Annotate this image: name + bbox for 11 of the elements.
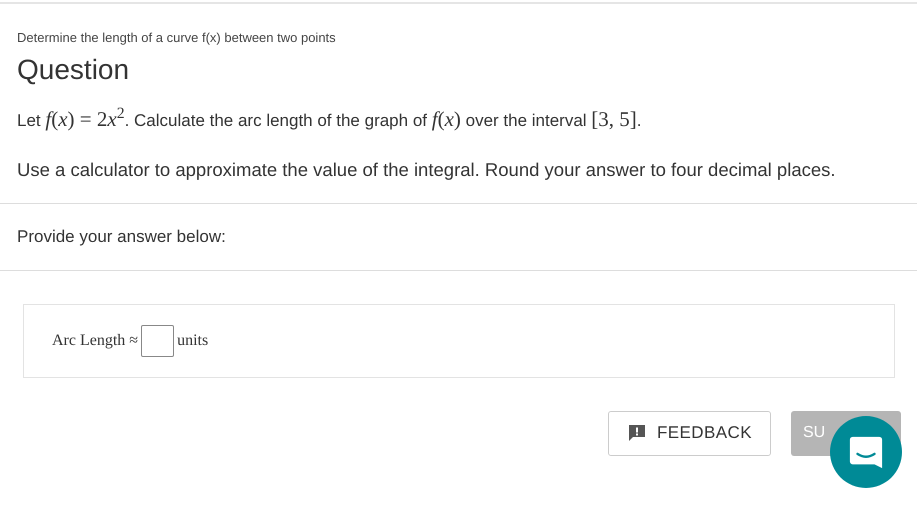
feedback-icon xyxy=(626,423,647,443)
question-heading: Question xyxy=(17,52,130,86)
feedback-button[interactable]: FEEDBACK xyxy=(608,410,771,456)
instruction-text: Use a calculator to approximate the value of the integral. Round your answer to four decimal places. xyxy=(17,158,837,182)
subtitle: Determine the length of a curve f(x) between two points xyxy=(17,29,337,47)
question-text: Let f(x) = 2x$^{2}$. Calculate the arc length of the graph of f(x) over the interval [3, 5]. xyxy=(17,104,643,132)
answer-label: Arc Length ≈ xyxy=(52,330,138,350)
answer-prompt: Provide your answer below: xyxy=(16,226,227,248)
unit-label: units xyxy=(177,330,208,350)
chat-bubble-icon[interactable] xyxy=(830,416,902,488)
answer-field[interactable] xyxy=(141,324,174,356)
